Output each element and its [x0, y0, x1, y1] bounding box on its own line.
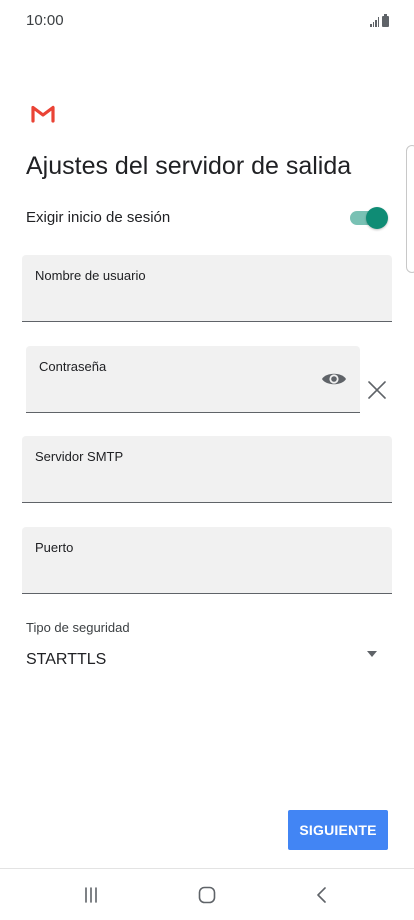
username-label: Nombre de usuario [35, 268, 146, 283]
username-field[interactable]: Nombre de usuario [22, 255, 392, 322]
port-label: Puerto [35, 540, 74, 555]
recents-icon[interactable] [81, 885, 101, 905]
next-button[interactable]: SIGUIENTE [288, 810, 388, 850]
signal-icon [370, 17, 379, 27]
require-login-row: Exigir inicio de sesión [26, 201, 388, 233]
page-title: Ajustes del servidor de salida [26, 152, 352, 180]
password-label: Contraseña [39, 359, 107, 374]
scrollbar-handle[interactable] [406, 145, 414, 273]
gmail-logo [31, 105, 55, 123]
security-type-value: STARTTLS [26, 651, 107, 668]
toggle-thumb [366, 207, 388, 229]
require-login-toggle[interactable] [350, 207, 388, 229]
battery-icon [382, 14, 389, 27]
status-bar: 10:00 [0, 0, 414, 44]
smtp-server-field[interactable]: Servidor SMTP [22, 436, 392, 503]
security-type-label: Tipo de seguridad [26, 620, 130, 635]
require-login-label: Exigir inicio de sesión [26, 209, 171, 226]
status-icons [370, 13, 389, 27]
chevron-down-icon [367, 651, 377, 657]
security-type-select[interactable]: STARTTLS [26, 645, 386, 675]
home-icon[interactable] [197, 885, 217, 905]
password-field[interactable]: Contraseña [26, 346, 360, 413]
back-icon[interactable] [312, 885, 332, 905]
navigation-bar [0, 868, 414, 920]
smtp-server-label: Servidor SMTP [35, 449, 124, 464]
status-time: 10:00 [26, 12, 64, 29]
close-icon[interactable] [367, 380, 387, 400]
port-field[interactable]: Puerto [22, 527, 392, 594]
eye-icon[interactable] [321, 369, 347, 389]
